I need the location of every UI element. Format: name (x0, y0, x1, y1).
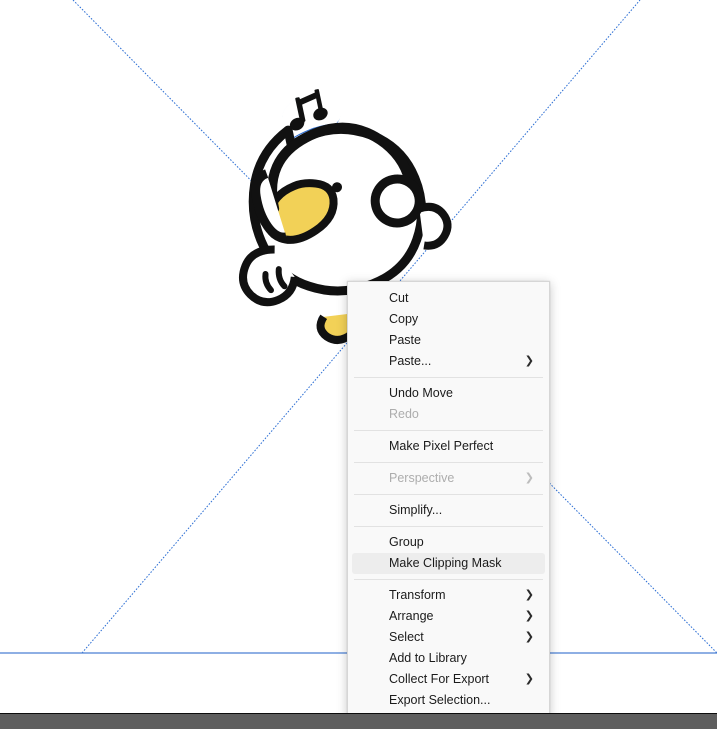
menu-separator (354, 377, 543, 378)
chevron-right-icon: ❯ (524, 630, 534, 643)
menu-item-label: Select (389, 630, 424, 644)
chevron-right-icon: ❯ (524, 354, 534, 367)
chevron-right-icon: ❯ (524, 471, 534, 484)
menu-item-label: Simplify... (389, 503, 443, 517)
menu-item-arrange[interactable]: Arrange ❯ (352, 606, 545, 627)
menu-item-export-selection[interactable]: Export Selection... (352, 690, 545, 711)
menu-item-label: Copy (389, 312, 419, 326)
menu-item-label: Cut (389, 291, 409, 305)
menu-item-label: Make Pixel Perfect (389, 439, 494, 453)
menu-item-label: Make Clipping Mask (389, 556, 502, 570)
chevron-right-icon: ❯ (524, 609, 534, 622)
headphone-earcup-right (370, 174, 424, 228)
chevron-right-icon: ❯ (524, 588, 534, 601)
menu-separator (354, 430, 543, 431)
menu-item-cut[interactable]: Cut (352, 288, 545, 309)
menu-item-label: Collect For Export (389, 672, 490, 686)
menu-item-make-pixel-perfect[interactable]: Make Pixel Perfect (352, 436, 545, 457)
menu-item-select[interactable]: Select ❯ (352, 627, 545, 648)
menu-item-transform[interactable]: Transform ❯ (352, 585, 545, 606)
menu-item-copy[interactable]: Copy (352, 309, 545, 330)
status-bar (0, 713, 717, 729)
menu-item-label: Paste (389, 333, 421, 347)
menu-item-label: Perspective (389, 471, 455, 485)
menu-item-label: Undo Move (389, 386, 453, 400)
menu-item-label: Paste... (389, 354, 432, 368)
menu-item-redo: Redo (352, 404, 545, 425)
menu-separator (354, 462, 543, 463)
menu-item-group[interactable]: Group (352, 532, 545, 553)
application-window: Cut Copy Paste Paste... ❯ Undo Move Redo Make P… (0, 0, 717, 729)
canvas-context-menu[interactable]: Cut Copy Paste Paste... ❯ Undo Move Redo Make P… (347, 281, 550, 718)
menu-item-simplify[interactable]: Simplify... (352, 500, 545, 521)
menu-separator (354, 579, 543, 580)
menu-separator (354, 494, 543, 495)
menu-item-perspective: Perspective ❯ (352, 468, 545, 489)
menu-item-paste[interactable]: Paste... ❯ (352, 351, 545, 372)
menu-item-add-to-library[interactable]: Add to Library (352, 648, 545, 669)
chevron-right-icon: ❯ (524, 672, 534, 685)
menu-separator (354, 526, 543, 527)
menu-item-label: Redo (389, 407, 419, 421)
menu-item-label: Add to Library (389, 651, 467, 665)
menu-item-collect-for-export[interactable]: Collect For Export ❯ (352, 669, 545, 690)
menu-item-label: Arrange (389, 609, 434, 623)
menu-item-label: Transform (389, 588, 446, 602)
menu-item-make-clipping-mask[interactable]: Make Clipping Mask (352, 553, 545, 574)
menu-item-undo-move[interactable]: Undo Move (352, 383, 545, 404)
menu-item-label: Export Selection... (389, 693, 491, 707)
menu-item-paste[interactable]: Paste (352, 330, 545, 351)
menu-item-label: Group (389, 535, 424, 549)
